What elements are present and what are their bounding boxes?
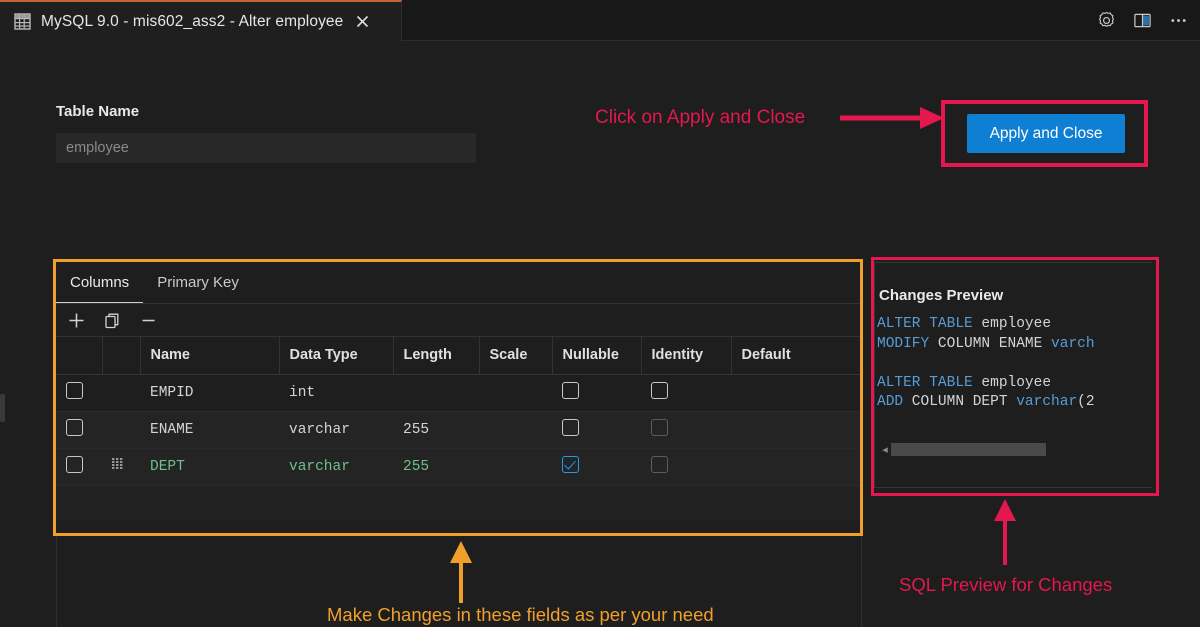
- table-name-label: Table Name: [56, 103, 139, 120]
- col-header-name[interactable]: Name: [140, 337, 279, 374]
- cell-length[interactable]: 255: [393, 448, 479, 485]
- col-header-scale[interactable]: Scale: [479, 337, 552, 374]
- cell-default[interactable]: [731, 448, 860, 485]
- row-grip-cell[interactable]: [102, 448, 140, 485]
- row-select-cell[interactable]: [56, 411, 102, 448]
- row-select-checkbox[interactable]: [66, 456, 83, 473]
- row-select-cell[interactable]: [56, 374, 102, 411]
- identity-checkbox[interactable]: [651, 382, 668, 399]
- col-header-length[interactable]: Length: [393, 337, 479, 374]
- close-icon[interactable]: [353, 13, 371, 31]
- cell-data-type[interactable]: varchar: [279, 448, 393, 485]
- columns-table-header-row: Name Data Type Length Scale Nullable Ide…: [56, 337, 860, 374]
- editor-tab-actions: [1096, 0, 1188, 41]
- cell-length[interactable]: 255: [393, 411, 479, 448]
- changes-preview-horizontal-scrollbar[interactable]: ◂: [879, 441, 1147, 457]
- cell-identity[interactable]: [641, 411, 731, 448]
- columns-table-body: EMPIDintENAMEvarchar255DEPTvarchar255: [56, 374, 860, 521]
- annotation-fields-arrow: [448, 541, 474, 603]
- split-editor-icon[interactable]: [1132, 11, 1152, 31]
- editor-scrollbar-marker[interactable]: [0, 394, 5, 422]
- identity-checkbox[interactable]: [651, 419, 668, 436]
- tab-columns[interactable]: Columns: [56, 262, 143, 303]
- col-header-data-type[interactable]: Data Type: [279, 337, 393, 374]
- col-header-select: [56, 337, 102, 374]
- table-row[interactable]: DEPTvarchar255: [56, 448, 860, 485]
- cell-scale[interactable]: [479, 411, 552, 448]
- columns-table: Name Data Type Length Scale Nullable Ide…: [56, 337, 860, 521]
- table-designer-editor: Table Name employee Click on Apply and C…: [0, 41, 1200, 627]
- cell-identity[interactable]: [641, 448, 731, 485]
- columns-toolbar: [56, 304, 860, 337]
- identity-checkbox[interactable]: [651, 456, 668, 473]
- table-name-input[interactable]: employee: [56, 133, 476, 163]
- editor-tab-alter-employee[interactable]: MySQL 9.0 - mis602_ass2 - Alter employee: [0, 0, 402, 41]
- table-empty-row: [56, 485, 860, 521]
- annotation-sql-text: SQL Preview for Changes: [899, 574, 1112, 596]
- cell-data-type[interactable]: int: [279, 374, 393, 411]
- scroll-left-arrow-icon[interactable]: ◂: [879, 443, 891, 456]
- changes-preview-title: Changes Preview: [879, 287, 1003, 304]
- tab-primary-key[interactable]: Primary Key: [143, 262, 253, 303]
- annotation-sql-arrow: [992, 499, 1018, 565]
- cell-nullable[interactable]: [552, 374, 641, 411]
- cell-data-type[interactable]: varchar: [279, 411, 393, 448]
- table-row[interactable]: EMPIDint: [56, 374, 860, 411]
- cell-name[interactable]: EMPID: [140, 374, 279, 411]
- cell-length[interactable]: [393, 374, 479, 411]
- cell-scale[interactable]: [479, 448, 552, 485]
- columns-panel-tabs: Columns Primary Key: [56, 262, 860, 304]
- row-select-checkbox[interactable]: [66, 382, 83, 399]
- cell-default[interactable]: [731, 411, 860, 448]
- duplicate-column-icon[interactable]: [102, 310, 122, 330]
- gear-icon[interactable]: [1096, 11, 1116, 31]
- table-grid-icon: [14, 13, 31, 30]
- table-row[interactable]: ENAMEvarchar255: [56, 411, 860, 448]
- editor-tab-label: MySQL 9.0 - mis602_ass2 - Alter employee: [41, 13, 343, 31]
- cell-identity[interactable]: [641, 374, 731, 411]
- scrollbar-thumb[interactable]: [891, 443, 1046, 456]
- remove-column-icon[interactable]: [138, 310, 158, 330]
- col-header-grip: [102, 337, 140, 374]
- cell-scale[interactable]: [479, 374, 552, 411]
- col-header-identity[interactable]: Identity: [641, 337, 731, 374]
- editor-tab-bar: MySQL 9.0 - mis602_ass2 - Alter employee: [0, 0, 1200, 41]
- cell-nullable[interactable]: [552, 448, 641, 485]
- row-grip-cell: [102, 411, 140, 448]
- panel-divider-left: [56, 536, 57, 627]
- nullable-checkbox[interactable]: [562, 456, 579, 473]
- changes-preview-panel: Changes Preview ALTER TABLE employee MOD…: [874, 262, 1152, 488]
- nullable-checkbox[interactable]: [562, 382, 579, 399]
- columns-panel: Columns Primary Key: [56, 262, 860, 533]
- row-select-checkbox[interactable]: [66, 419, 83, 436]
- table-empty-cell: [56, 485, 860, 521]
- scrollbar-track[interactable]: [891, 443, 1147, 456]
- col-header-default[interactable]: Default: [731, 337, 860, 374]
- annotation-apply-arrow: [840, 103, 945, 133]
- nullable-checkbox[interactable]: [562, 419, 579, 436]
- cell-default[interactable]: [731, 374, 860, 411]
- more-actions-icon[interactable]: [1168, 11, 1188, 31]
- changes-preview-sql[interactable]: ALTER TABLE employee MODIFY COLUMN ENAME…: [877, 315, 1152, 413]
- cell-name[interactable]: DEPT: [140, 448, 279, 485]
- col-header-nullable[interactable]: Nullable: [552, 337, 641, 374]
- row-grip-cell: [102, 374, 140, 411]
- cell-nullable[interactable]: [552, 411, 641, 448]
- drag-handle-icon[interactable]: [112, 458, 124, 470]
- apply-and-close-button[interactable]: Apply and Close: [967, 114, 1125, 153]
- add-column-icon[interactable]: [66, 310, 86, 330]
- annotation-fields-text: Make Changes in these fields as per your…: [327, 604, 714, 626]
- panel-divider-right: [861, 536, 862, 627]
- annotation-apply-text: Click on Apply and Close: [595, 107, 805, 129]
- row-select-cell[interactable]: [56, 448, 102, 485]
- cell-name[interactable]: ENAME: [140, 411, 279, 448]
